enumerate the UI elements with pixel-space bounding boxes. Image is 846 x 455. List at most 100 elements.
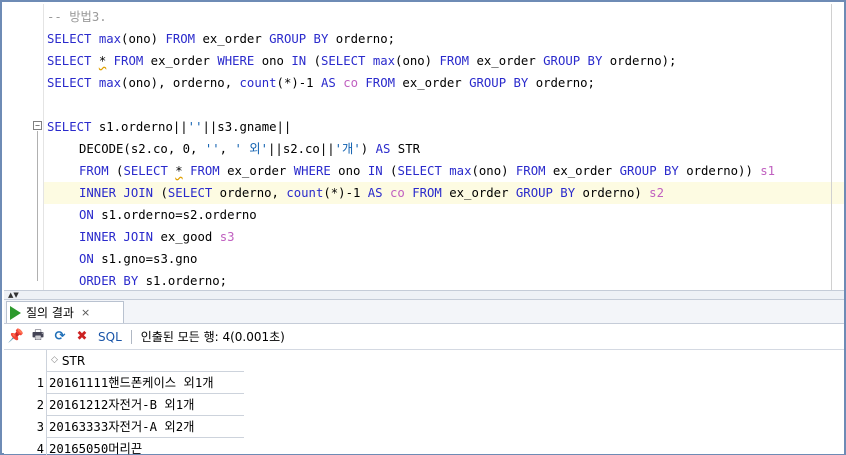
table-cell[interactable]: 20165050머리끈 <box>46 438 244 455</box>
token: ono <box>330 164 368 178</box>
token: IN <box>291 54 307 68</box>
token: GROUP BY <box>269 32 329 46</box>
token: co <box>343 76 358 90</box>
token: INNER JOIN <box>79 230 154 244</box>
token: (ono) <box>395 54 440 68</box>
token: ( <box>108 164 124 178</box>
print-icon[interactable]: 🖶 <box>28 327 48 347</box>
token: (ono) <box>121 32 166 46</box>
token: SELECT <box>167 186 213 200</box>
token: (*)-1 <box>276 76 321 90</box>
grid-header: ◇ STR <box>4 350 244 372</box>
code-line-3: SELECT * FROM ex_order WHERE ono IN (SEL… <box>47 50 676 72</box>
token: ) <box>360 142 376 156</box>
token: orderno, <box>212 186 287 200</box>
token: max <box>98 32 122 46</box>
token: WHERE <box>217 54 255 68</box>
token: AS <box>320 76 336 90</box>
token: ( <box>306 54 321 68</box>
token: orderno; <box>528 76 595 90</box>
token: ON <box>79 252 94 266</box>
token: SELECT <box>123 164 176 178</box>
code-line-6: SELECT s1.orderno||''||s3.gname|| <box>47 116 291 138</box>
token: ||s2.co|| <box>268 142 335 156</box>
results-grid: ◇ STR 1 20161111핸드폰케이스 외1개 2 20161212자전거… <box>4 350 844 455</box>
token: '' <box>187 120 203 134</box>
token: ex_order <box>395 76 470 90</box>
refresh-icon[interactable]: ⟳ <box>50 327 70 347</box>
table-row[interactable]: 2 20161212자전거-B 외1개 <box>4 394 244 416</box>
token: s1.orderno=s2.orderno <box>93 208 257 222</box>
token: GROUP BY <box>619 164 679 178</box>
sql-button[interactable]: SQL <box>98 330 122 344</box>
token: ||s3.gname|| <box>202 120 292 134</box>
token: s1.gno=s3.gno <box>93 252 198 266</box>
token: GROUP BY <box>469 76 529 90</box>
token: ex_order <box>469 54 544 68</box>
code-line-11: INNER JOIN ex_good s3 <box>79 226 235 248</box>
code-line-10: ON s1.orderno=s2.orderno <box>79 204 257 226</box>
token: , <box>219 142 235 156</box>
token: FROM <box>113 54 144 68</box>
table-cell[interactable]: 20161111핸드폰케이스 외1개 <box>46 372 244 394</box>
token: SELECT <box>47 32 99 46</box>
token: '' <box>204 142 220 156</box>
code-line-13: ORDER BY s1.orderno; <box>79 270 227 290</box>
panel-splitter[interactable]: ▲▼ <box>4 290 844 300</box>
token: ex_good <box>153 230 220 244</box>
token: SELECT <box>47 120 92 134</box>
token: * <box>175 164 183 178</box>
token: FROM <box>412 186 442 200</box>
code-line-8: FROM (SELECT * FROM ex_order WHERE ono I… <box>79 160 775 182</box>
token: FROM <box>190 164 220 178</box>
token: (ono) <box>471 164 516 178</box>
token: ex_order <box>195 32 270 46</box>
editor-gutter <box>4 4 44 290</box>
token: (*)-1 <box>323 186 368 200</box>
token: orderno) <box>575 186 650 200</box>
token: SELECT <box>397 164 450 178</box>
close-icon[interactable]: × <box>81 306 90 319</box>
table-row[interactable]: 3 20163333자전거-A 외2개 <box>4 416 244 438</box>
table-cell[interactable]: 20161212자전거-B 외1개 <box>46 394 244 416</box>
table-row[interactable]: 1 20161111핸드폰케이스 외1개 <box>4 372 244 394</box>
sort-icon[interactable]: ◇ <box>51 356 58 365</box>
code-line-4: SELECT max(ono), orderno, count(*)-1 AS … <box>47 72 595 94</box>
token: ex_order <box>545 164 620 178</box>
results-tab-bar: 질의 결과 × <box>4 300 844 324</box>
row-number: 3 <box>36 420 44 434</box>
fetch-status: 인출된 모든 행: 4(0.001초) <box>140 330 285 344</box>
token: AS <box>375 142 391 156</box>
token: FROM <box>439 54 470 68</box>
token: ono <box>254 54 292 68</box>
code-line-7: DECODE(s2.co, 0, '', ' 외'||s2.co||'개') A… <box>79 138 420 160</box>
fold-range-line <box>37 131 38 281</box>
token: IN <box>367 164 383 178</box>
token: ( <box>382 164 398 178</box>
token: s1.orderno; <box>138 274 228 288</box>
fold-collapse-icon[interactable]: − <box>33 121 42 130</box>
token: ORDER BY <box>79 274 139 288</box>
comment-token: -- 방법3. <box>47 10 107 24</box>
table-row[interactable]: 4 20165050머리끈 <box>4 438 244 455</box>
code-line-2: SELECT max(ono) FROM ex_order GROUP BY o… <box>47 28 395 50</box>
token: STR <box>390 142 421 156</box>
token: s1 <box>760 164 776 178</box>
tab-query-result[interactable]: 질의 결과 × <box>6 301 124 323</box>
column-label: STR <box>61 353 86 368</box>
token: ex_order <box>441 186 516 200</box>
toolbar-separator <box>130 329 132 344</box>
sql-editor[interactable]: − -- 방법3. SELECT max(ono) FROM ex_order … <box>4 4 844 290</box>
table-cell[interactable]: 20163333자전거-A 외2개 <box>46 416 244 438</box>
cancel-query-icon[interactable]: ✖ <box>72 327 92 347</box>
token: GROUP BY <box>543 54 603 68</box>
token: max <box>372 54 396 68</box>
token: orderno; <box>328 32 396 46</box>
token: FROM <box>165 32 196 46</box>
column-header-str[interactable]: ◇ STR <box>46 350 244 372</box>
pin-icon[interactable]: 📌 <box>6 327 26 347</box>
splitter-arrows-icon[interactable]: ▲▼ <box>8 291 19 300</box>
